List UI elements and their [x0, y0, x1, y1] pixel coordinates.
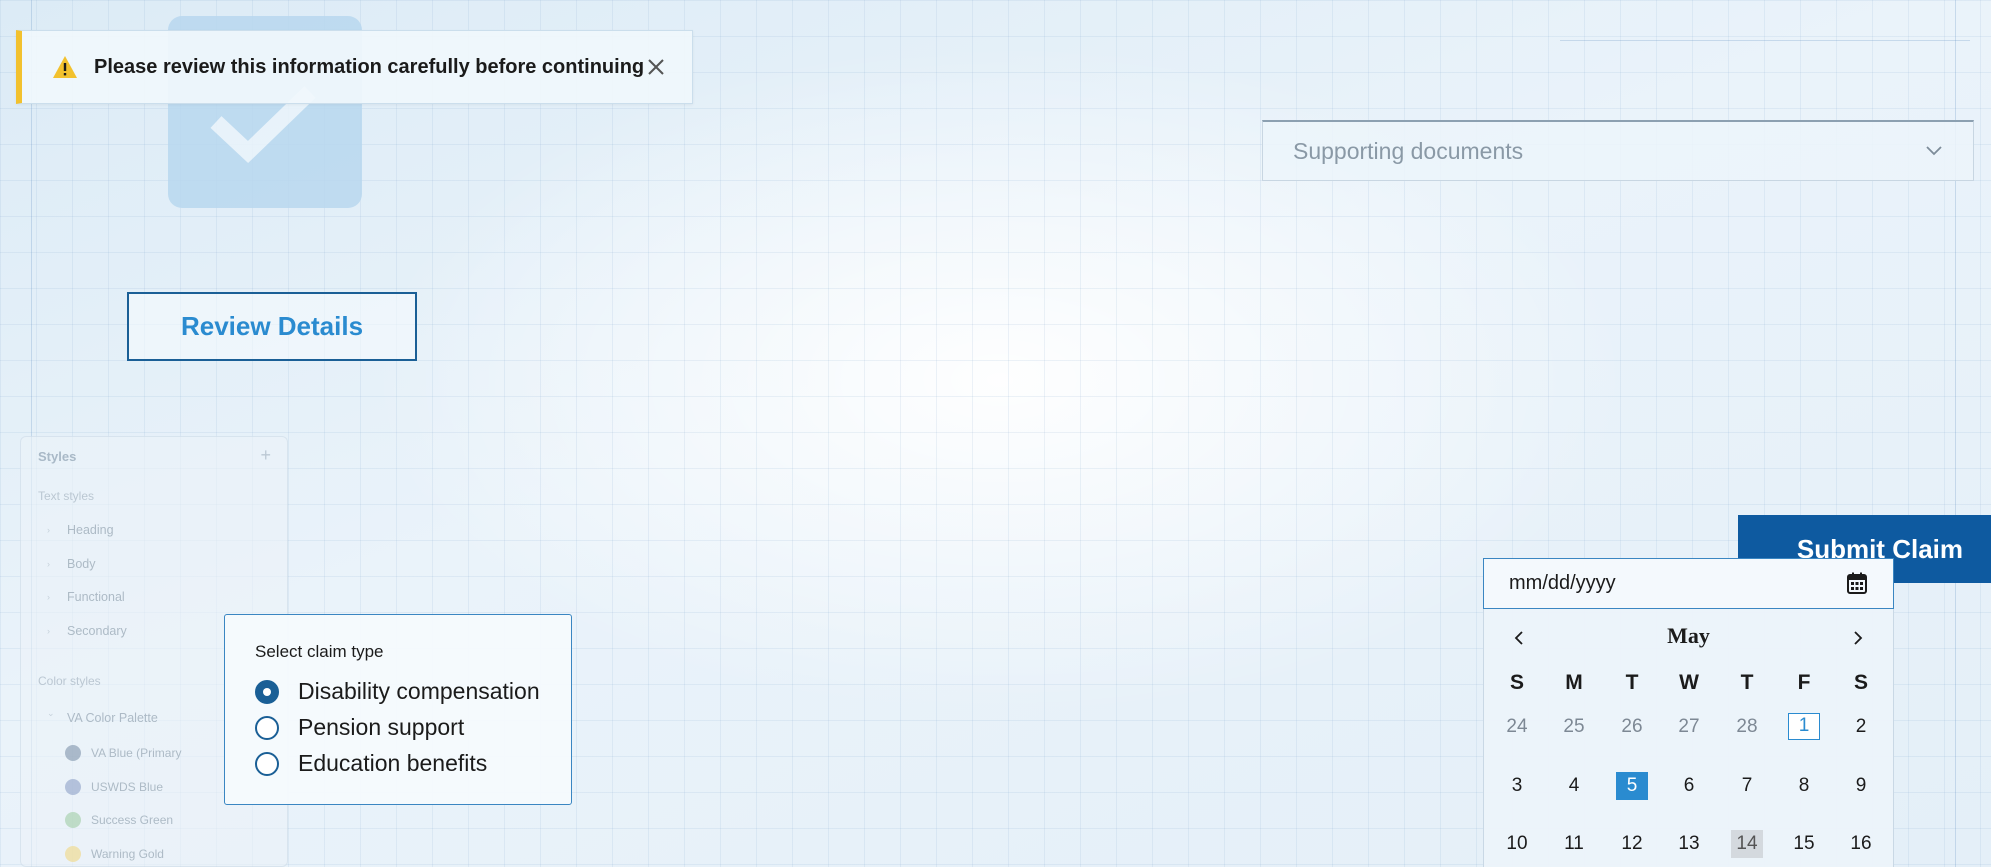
claim-type-legend: Select claim type: [255, 642, 384, 661]
calendar-day[interactable]: 24: [1501, 713, 1533, 741]
warning-icon: [53, 56, 77, 78]
caret-down-icon[interactable]: ⌄: [47, 708, 55, 719]
date-input[interactable]: mm/dd/yyyy: [1483, 558, 1894, 609]
color-swatch-label[interactable]: USWDS Blue: [91, 780, 163, 794]
radio-option-disability[interactable]: Disability compensation: [255, 678, 540, 705]
weekday-header: W: [1679, 671, 1699, 694]
calendar-day[interactable]: 3: [1501, 772, 1533, 800]
text-styles-heading: Text styles: [38, 489, 95, 503]
radio-button-selected[interactable]: [255, 679, 279, 704]
chevron-down-icon: [1926, 146, 1942, 156]
weekday-header: F: [1797, 671, 1811, 694]
caret-right-icon[interactable]: ›: [47, 592, 50, 602]
radio-label: Disability compensation: [298, 678, 540, 704]
radio-button[interactable]: [255, 715, 279, 740]
calendar-day[interactable]: 9: [1845, 772, 1877, 800]
caret-right-icon[interactable]: ›: [47, 626, 50, 636]
calendar-day[interactable]: 27: [1673, 713, 1705, 741]
radio-button[interactable]: [255, 751, 279, 776]
supporting-documents-select[interactable]: Supporting documents: [1262, 120, 1974, 181]
color-swatch-label[interactable]: VA Blue (Primary: [91, 746, 181, 760]
color-swatch: [65, 812, 81, 828]
select-label: Supporting documents: [1293, 137, 1524, 164]
claim-type-fieldset: Select claim type Disability compensatio…: [224, 614, 572, 805]
date-placeholder: mm/dd/yyyy: [1509, 572, 1616, 594]
calendar-day[interactable]: 13: [1673, 830, 1705, 858]
palette-name[interactable]: VA Color Palette: [67, 711, 158, 725]
calendar-icon[interactable]: [1847, 572, 1867, 594]
color-swatch: [65, 846, 81, 862]
review-details-button[interactable]: Review Details: [127, 292, 417, 361]
color-swatch-label[interactable]: Success Green: [91, 813, 173, 827]
text-style-item[interactable]: Heading: [67, 523, 114, 537]
weekday-header: S: [1509, 671, 1524, 694]
calendar-day[interactable]: 8: [1788, 772, 1820, 800]
next-month-button[interactable]: [1843, 623, 1873, 653]
plus-icon[interactable]: +: [260, 445, 271, 466]
calendar-day[interactable]: 28: [1731, 713, 1763, 741]
calendar-day-selected[interactable]: 5: [1616, 772, 1648, 800]
color-styles-heading: Color styles: [38, 674, 101, 688]
color-swatch: [65, 745, 81, 761]
styles-panel-title: Styles: [38, 449, 77, 464]
calendar-month-label: May: [1667, 623, 1710, 648]
weekday-header: S: [1853, 671, 1868, 694]
radio-option-pension[interactable]: Pension support: [255, 714, 464, 741]
weekday-header: T: [1740, 671, 1754, 694]
guide-line: [1560, 40, 1970, 41]
calendar-day[interactable]: 11: [1558, 830, 1590, 858]
calendar-day[interactable]: 4: [1558, 772, 1590, 800]
radio-option-education[interactable]: Education benefits: [255, 750, 487, 777]
alert-message: Please review this information carefully…: [94, 55, 645, 78]
calendar-day[interactable]: 10: [1501, 830, 1533, 858]
calendar-day[interactable]: 7: [1731, 772, 1763, 800]
weekday-header: T: [1625, 671, 1639, 694]
text-style-item[interactable]: Functional: [67, 590, 125, 604]
calendar-day[interactable]: 16: [1845, 830, 1877, 858]
color-swatch: [65, 779, 81, 795]
calendar-day-today[interactable]: 1: [1788, 713, 1820, 740]
calendar-day[interactable]: 15: [1788, 830, 1820, 858]
chevron-right-icon: [1854, 631, 1863, 645]
calendar-day[interactable]: 2: [1845, 713, 1877, 741]
radio-label: Pension support: [298, 714, 465, 740]
text-style-item[interactable]: Body: [67, 557, 96, 571]
close-icon[interactable]: [646, 57, 666, 77]
text-style-item[interactable]: Secondary: [67, 624, 127, 638]
calendar-day[interactable]: 25: [1558, 713, 1590, 741]
warning-alert: Please review this information carefully…: [16, 30, 693, 104]
caret-right-icon[interactable]: ›: [47, 525, 50, 535]
calendar-day[interactable]: 14: [1731, 830, 1763, 858]
color-swatch-label[interactable]: Warning Gold: [91, 847, 164, 861]
radio-label: Education benefits: [298, 750, 488, 776]
calendar-day[interactable]: 6: [1673, 772, 1705, 800]
caret-right-icon[interactable]: ›: [47, 559, 50, 569]
calendar-popup: May S M T W T F S 24 25 26 27 28 1 2 3 4 5 6 7 8 9 10 11 12 13 14…: [1483, 609, 1894, 867]
weekday-header: M: [1565, 671, 1583, 694]
calendar-day[interactable]: 12: [1616, 830, 1648, 858]
calendar-day[interactable]: 26: [1616, 713, 1648, 741]
